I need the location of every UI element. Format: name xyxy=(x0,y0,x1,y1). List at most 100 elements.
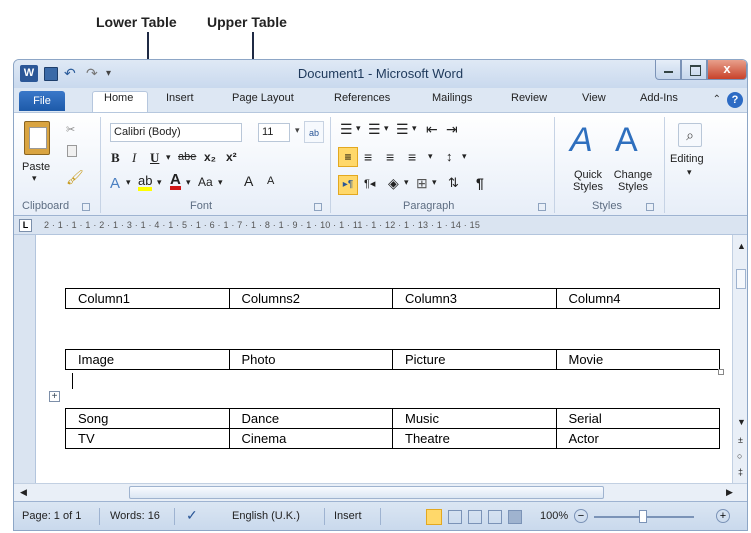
tab-file[interactable]: File xyxy=(19,91,65,111)
bullets-icon[interactable]: ☰ xyxy=(340,121,353,138)
copy-icon[interactable] xyxy=(67,145,77,157)
next-page-icon[interactable]: ‡ xyxy=(738,467,743,477)
paste-button[interactable]: Paste xyxy=(22,161,50,173)
zoom-in-icon[interactable]: + xyxy=(716,509,730,523)
clear-formatting-icon[interactable]: ab xyxy=(304,121,324,143)
font-dialog-launcher[interactable] xyxy=(314,203,322,211)
align-center-icon[interactable]: ≡ xyxy=(364,149,372,165)
highlight-icon[interactable]: ab xyxy=(138,174,153,191)
page-count[interactable]: Page: 1 of 1 xyxy=(22,510,81,522)
table-cell[interactable]: Column4 xyxy=(555,288,720,309)
previous-page-icon[interactable]: ± xyxy=(738,435,743,445)
styles-dialog-launcher[interactable] xyxy=(646,203,654,211)
editing-dropdown-icon[interactable]: ▾ xyxy=(687,167,692,178)
tab-review[interactable]: Review xyxy=(511,92,547,104)
paragraph-dialog-launcher[interactable] xyxy=(538,203,546,211)
table-cell[interactable]: Column3 xyxy=(392,288,557,309)
bullets-dropdown-icon[interactable]: ▾ xyxy=(356,123,361,134)
tab-selector-icon[interactable]: L xyxy=(19,219,32,232)
table-resize-handle[interactable] xyxy=(718,369,724,375)
zoom-out-icon[interactable]: − xyxy=(574,509,588,523)
line-spacing-icon[interactable]: ↕ xyxy=(446,149,453,164)
document-area[interactable]: Column1 Columns2 Column3 Column4 + Image… xyxy=(14,235,747,483)
rtl-text-icon[interactable]: ¶◂ xyxy=(364,177,375,190)
tab-insert[interactable]: Insert xyxy=(166,92,194,104)
table-cell[interactable]: Column1 xyxy=(65,288,230,309)
table-cell[interactable]: Theatre xyxy=(392,428,557,449)
close-button[interactable] xyxy=(707,60,747,80)
clipboard-dialog-launcher[interactable] xyxy=(82,203,90,211)
tab-page-layout[interactable]: Page Layout xyxy=(232,92,294,104)
bold-icon[interactable]: B xyxy=(111,150,120,166)
zoom-level[interactable]: 100% xyxy=(540,510,568,522)
multilevel-list-dropdown-icon[interactable]: ▾ xyxy=(412,123,417,134)
shading-icon[interactable]: ◈ xyxy=(388,175,399,192)
print-layout-icon[interactable] xyxy=(426,509,442,525)
justify-icon[interactable]: ≡ xyxy=(408,149,416,165)
tab-mailings[interactable]: Mailings xyxy=(432,92,472,104)
tab-home[interactable]: Home xyxy=(104,92,133,104)
tab-view[interactable]: View xyxy=(582,92,606,104)
borders-icon[interactable]: ⊞ xyxy=(416,175,428,192)
table-cell[interactable]: TV xyxy=(65,428,230,449)
tab-add-ins[interactable]: Add-Ins xyxy=(640,92,678,104)
underline-icon[interactable]: U xyxy=(150,150,159,166)
superscript-icon[interactable]: x² xyxy=(226,150,237,164)
binoculars-icon[interactable]: ⌕ xyxy=(678,123,702,147)
help-icon[interactable]: ? xyxy=(727,92,743,108)
change-styles-button[interactable]: Change Styles xyxy=(612,169,654,193)
grow-font-icon[interactable]: A xyxy=(244,173,253,189)
italic-icon[interactable]: I xyxy=(132,150,136,166)
cut-icon[interactable]: ✂ xyxy=(66,123,75,136)
lower-table[interactable]: Image Photo Picture Movie xyxy=(65,349,720,370)
align-left-icon[interactable]: ≡ xyxy=(338,147,358,167)
align-right-icon[interactable]: ≡ xyxy=(386,149,394,165)
change-styles-icon[interactable]: A xyxy=(615,121,638,160)
browse-object-icon[interactable]: ○ xyxy=(737,451,742,461)
upper-table[interactable]: Column1 Columns2 Column3 Column4 xyxy=(65,288,720,309)
tab-references[interactable]: References xyxy=(334,92,390,104)
web-layout-icon[interactable] xyxy=(468,510,482,524)
subscript-icon[interactable]: x₂ xyxy=(204,150,216,164)
scroll-right-icon[interactable]: ▶ xyxy=(726,487,733,498)
strikethrough-icon[interactable]: abe xyxy=(178,151,196,163)
borders-dropdown-icon[interactable]: ▾ xyxy=(432,177,437,188)
proofing-icon[interactable]: ✓ xyxy=(186,507,198,524)
change-case-dropdown-icon[interactable]: ▾ xyxy=(218,177,223,188)
draft-icon[interactable] xyxy=(508,510,522,524)
quick-styles-icon[interactable]: A xyxy=(570,121,593,160)
line-spacing-dropdown-icon[interactable]: ▾ xyxy=(462,151,467,162)
format-painter-icon[interactable]: 🖌 xyxy=(66,169,84,186)
table-cell[interactable]: Columns2 xyxy=(228,288,393,309)
horizontal-scroll-thumb[interactable] xyxy=(129,486,604,499)
word-count[interactable]: Words: 16 xyxy=(110,510,160,522)
table-cell[interactable]: Image xyxy=(65,349,230,370)
vertical-scrollbar[interactable]: ▲ ▼ ± ○ ‡ xyxy=(732,235,747,483)
editing-button[interactable]: Editing xyxy=(670,153,704,165)
scroll-down-icon[interactable]: ▼ xyxy=(737,417,746,427)
table-cell[interactable]: Music xyxy=(392,408,557,429)
table-cell[interactable]: Photo xyxy=(228,349,393,370)
increase-indent-icon[interactable]: ⇥ xyxy=(446,121,458,138)
text-effects-icon[interactable]: A xyxy=(110,175,120,192)
font-size-dropdown-icon[interactable]: ▾ xyxy=(295,125,300,136)
scroll-up-icon[interactable]: ▲ xyxy=(737,241,746,251)
paste-dropdown-icon[interactable]: ▾ xyxy=(32,173,37,184)
ltr-text-icon[interactable]: ▸¶ xyxy=(338,175,358,195)
language-indicator[interactable]: English (U.K.) xyxy=(232,510,300,522)
sort-icon[interactable]: ⇅ xyxy=(448,175,459,191)
insert-mode-indicator[interactable]: Insert xyxy=(334,510,362,522)
zoom-slider-thumb[interactable] xyxy=(639,510,647,523)
text-effects-dropdown-icon[interactable]: ▾ xyxy=(126,177,131,188)
table-cell[interactable]: Picture xyxy=(392,349,557,370)
table-move-handle-icon[interactable]: + xyxy=(49,391,60,402)
highlight-dropdown-icon[interactable]: ▾ xyxy=(157,177,162,188)
justify-dropdown-icon[interactable]: ▾ xyxy=(428,151,433,162)
numbering-dropdown-icon[interactable]: ▾ xyxy=(384,123,389,134)
table-cell[interactable]: Song xyxy=(65,408,230,429)
vertical-scroll-thumb[interactable] xyxy=(736,269,746,289)
underline-dropdown-icon[interactable]: ▾ xyxy=(166,152,171,163)
change-case-icon[interactable]: Aa xyxy=(198,175,213,189)
table-cell[interactable]: Cinema xyxy=(228,428,393,449)
font-color-dropdown-icon[interactable]: ▾ xyxy=(186,177,191,188)
